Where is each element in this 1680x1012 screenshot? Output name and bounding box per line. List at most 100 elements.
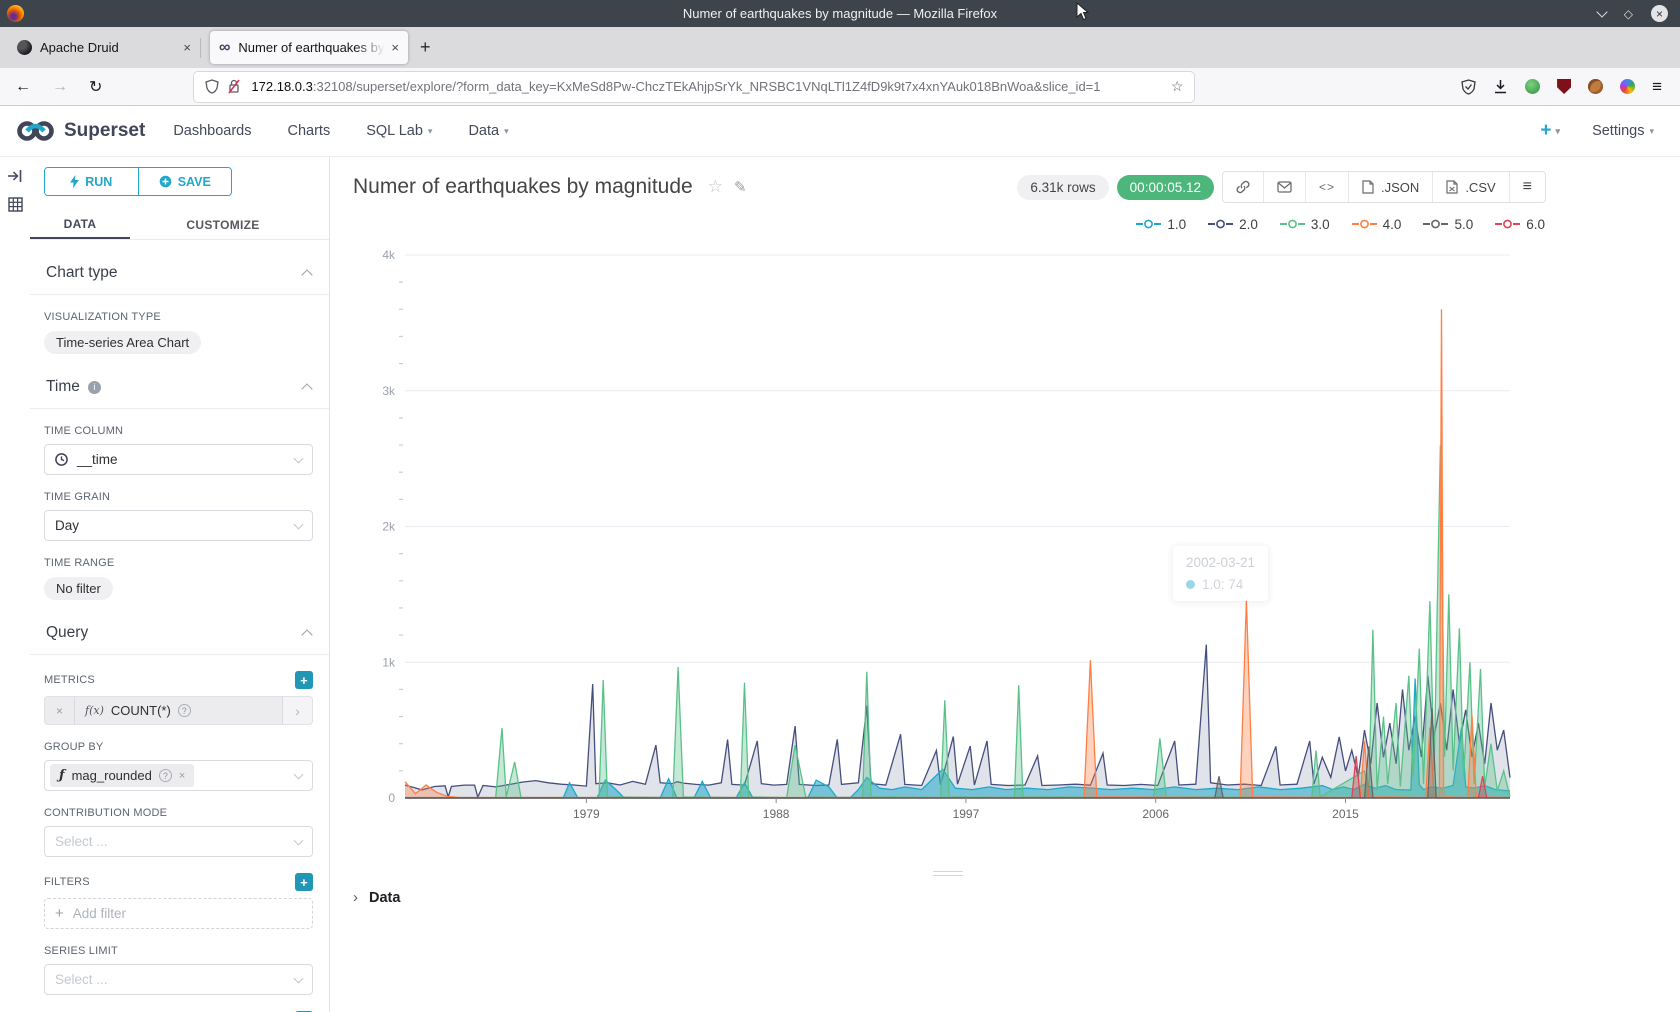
time-range-value[interactable]: No filter (44, 577, 113, 600)
bookmark-star-icon[interactable]: ☆ (1171, 78, 1184, 95)
export-json-button[interactable]: .JSON (1348, 172, 1432, 202)
tab-close-icon[interactable]: × (183, 40, 191, 55)
caret-down-icon: ▾ (504, 126, 509, 137)
svg-text:1979: 1979 (573, 807, 600, 821)
caret-down-icon: ▾ (1649, 126, 1654, 137)
export-csv-button[interactable]: .CSV (1432, 172, 1508, 202)
new-item-button[interactable]: +▾ (1540, 120, 1560, 142)
run-button[interactable]: RUN (45, 168, 139, 195)
fx-icon: f(x) (85, 704, 104, 717)
cookie-extension-icon[interactable] (1588, 79, 1603, 94)
caret-down-icon: ▾ (1556, 126, 1561, 137)
more-options-button[interactable]: ≡ (1509, 172, 1545, 202)
dataset-grid-icon[interactable] (8, 197, 23, 212)
nav-dashboards[interactable]: Dashboards (173, 123, 251, 139)
chart-legend: 1.0 2.0 3.0 4.0 5.0 6.0 (330, 216, 1545, 232)
ublock-shield-icon[interactable] (1557, 79, 1571, 94)
pinwheel-extension-icon[interactable] (1620, 79, 1635, 94)
url-text[interactable]: 172.18.0.3:32108/superset/explore/?form_… (251, 79, 1162, 94)
tab-close-icon[interactable]: × (391, 40, 399, 55)
timeseries-area-chart[interactable]: 01k2k3k4k19791988199720062015 (330, 232, 1680, 832)
embed-code-button[interactable]: <> (1305, 172, 1348, 202)
add-filter-button[interactable]: + (295, 873, 313, 891)
legend-marker-icon (1136, 219, 1161, 229)
tab-earthquakes[interactable]: ∞ Numer of earthquakes by × (210, 31, 408, 64)
section-query[interactable]: Query (30, 600, 329, 655)
pocket-shield-icon[interactable] (1461, 79, 1476, 95)
window-titlebar: Numer of earthquakes by magnitude — Mozi… (0, 0, 1680, 27)
email-button[interactable] (1263, 172, 1305, 202)
resize-drag-handle[interactable] (933, 868, 963, 879)
tooltip-series-dot (1186, 580, 1195, 589)
legend-item-3.0[interactable]: 3.0 (1280, 217, 1330, 232)
tab-customize[interactable]: CUSTOMIZE (130, 210, 316, 239)
window-title: Numer of earthquakes by magnitude — Mozi… (0, 6, 1680, 21)
back-icon[interactable]: ← (15, 78, 31, 96)
legend-item-6.0[interactable]: 6.0 (1495, 217, 1545, 232)
tracking-shield-icon[interactable] (205, 79, 219, 94)
groupby-select[interactable]: ƒ mag_rounded ? × (44, 760, 313, 791)
reload-icon[interactable]: ↻ (89, 77, 102, 97)
code-icon: <> (1319, 180, 1335, 194)
share-link-button[interactable] (1223, 172, 1263, 202)
legend-marker-icon (1280, 219, 1305, 229)
section-time[interactable]: Timei (30, 354, 329, 409)
window-close-icon[interactable]: × (1651, 5, 1668, 22)
add-filter-dropzone[interactable]: + Add filter (44, 898, 313, 929)
save-button[interactable]: SAVE (139, 168, 232, 195)
metric-count[interactable]: × f(x) COUNT(*) ? › (44, 696, 313, 725)
window-minimize-icon[interactable] (1596, 6, 1607, 17)
extension-green-icon[interactable] (1525, 79, 1540, 94)
nav-charts[interactable]: Charts (288, 123, 331, 139)
query-timer-badge: 00:00:05.12 (1117, 175, 1214, 200)
viz-type-value[interactable]: Time-series Area Chart (44, 331, 201, 354)
clock-icon (55, 453, 68, 466)
remove-chip-icon[interactable]: × (179, 770, 185, 782)
contribution-mode-select[interactable]: Select ... (44, 826, 313, 857)
brand-name[interactable]: Superset (64, 120, 145, 142)
svg-text:2k: 2k (382, 520, 396, 534)
nav-data[interactable]: Data▾ (468, 123, 508, 139)
favorite-star-icon[interactable]: ☆ (708, 177, 723, 197)
plus-icon: + (55, 905, 64, 922)
legend-item-1.0[interactable]: 1.0 (1136, 217, 1186, 232)
section-chart-type[interactable]: Chart type (30, 240, 329, 295)
add-metric-button[interactable]: + (295, 671, 313, 689)
caret-down-icon: ▾ (428, 126, 433, 137)
series-limit-select[interactable]: Select ... (44, 964, 313, 995)
collapse-panel-icon[interactable] (7, 169, 23, 183)
chevron-down-icon (294, 835, 304, 845)
function-icon: ƒ (59, 768, 65, 783)
forward-icon: → (52, 78, 68, 96)
remove-metric-icon[interactable]: × (45, 697, 75, 724)
insecure-lock-icon[interactable] (227, 79, 241, 94)
chevron-up-icon (301, 269, 312, 280)
contribution-mode-label: CONTRIBUTION MODE (44, 807, 313, 819)
superset-logo-icon[interactable] (15, 117, 57, 145)
nav-sql-lab[interactable]: SQL Lab▾ (366, 123, 432, 139)
json-file-icon (1362, 180, 1374, 194)
settings-menu[interactable]: Settings▾ (1592, 123, 1654, 139)
download-icon[interactable] (1493, 79, 1508, 95)
time-grain-select[interactable]: Day (44, 510, 313, 541)
time-column-select[interactable]: __time (44, 444, 313, 475)
legend-item-2.0[interactable]: 2.0 (1208, 217, 1258, 232)
new-tab-button[interactable]: + (420, 37, 431, 58)
csv-file-icon (1446, 180, 1458, 194)
tab-data[interactable]: DATA (30, 210, 130, 239)
side-icon-strip (0, 157, 30, 1012)
window-maximize-icon[interactable]: ◇ (1624, 7, 1633, 21)
chevron-up-icon (301, 629, 312, 640)
address-bar[interactable]: 172.18.0.3:32108/superset/explore/?form_… (194, 72, 1194, 102)
menu-hamburger-icon[interactable]: ≡ (1652, 77, 1662, 97)
legend-item-5.0[interactable]: 5.0 (1423, 217, 1473, 232)
expand-metric-icon[interactable]: › (282, 697, 312, 724)
data-section-toggle[interactable]: › Data (353, 889, 400, 906)
time-range-label: TIME RANGE (44, 557, 313, 569)
browser-toolbar: ← → ↻ 172.18.0.3:32108/superset/explore/… (0, 68, 1680, 106)
groupby-chip[interactable]: ƒ mag_rounded ? × (50, 764, 194, 787)
tab-apache-druid[interactable]: Apache Druid × (8, 31, 200, 64)
edit-pencil-icon[interactable]: ✎ (734, 178, 747, 196)
chevron-down-icon (294, 519, 304, 529)
legend-item-4.0[interactable]: 4.0 (1352, 217, 1402, 232)
